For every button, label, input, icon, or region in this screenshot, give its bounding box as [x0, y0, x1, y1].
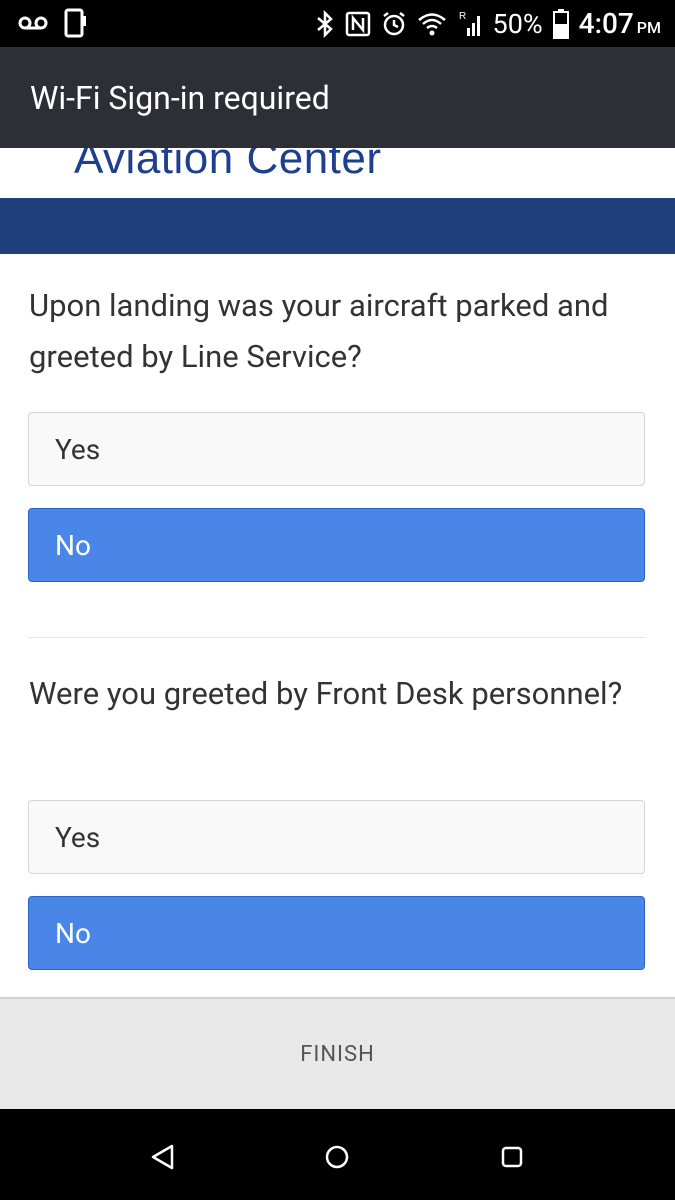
wifi-icon — [417, 11, 447, 37]
home-icon[interactable] — [317, 1137, 357, 1177]
bluetooth-icon — [315, 9, 335, 38]
page-title: Wi-Fi Sign-in required — [30, 79, 330, 117]
question-1-yes-option[interactable]: Yes — [28, 412, 645, 486]
alarm-icon — [381, 11, 407, 37]
logo: Aviation Center — [0, 148, 675, 198]
logo-text: Aviation Center — [74, 148, 382, 183]
clock-time: 4:07 — [578, 7, 634, 40]
back-icon[interactable] — [143, 1137, 183, 1177]
signal-icon: R — [457, 10, 483, 38]
app-bar: Wi-Fi Sign-in required — [0, 47, 675, 148]
voicemail-icon — [18, 14, 48, 32]
question-2-yes-option[interactable]: Yes — [28, 800, 645, 874]
status-bar: R 50% 4:07 PM — [0, 0, 675, 47]
phone-outline-icon — [64, 8, 88, 38]
question-1-no-option[interactable]: No — [28, 508, 645, 582]
clock-ampm: PM — [636, 18, 661, 37]
question-1-text: Upon landing was your aircraft parked an… — [29, 287, 609, 375]
question-2-no-option[interactable]: No — [28, 896, 645, 970]
nfc-icon — [345, 11, 371, 37]
question-2-text: Were you greeted by Front Desk personnel… — [29, 675, 623, 712]
navigation-bar — [0, 1109, 675, 1200]
clock: 4:07 PM — [579, 7, 661, 40]
battery-icon — [552, 8, 569, 39]
finish-button[interactable]: FINISH — [0, 999, 675, 1109]
divider — [28, 637, 646, 638]
header-band — [0, 198, 675, 254]
footer-bar: FINISH — [0, 997, 675, 1109]
svg-text:R: R — [459, 11, 466, 22]
battery-percent: 50% — [492, 7, 543, 40]
recents-icon[interactable] — [492, 1137, 532, 1177]
